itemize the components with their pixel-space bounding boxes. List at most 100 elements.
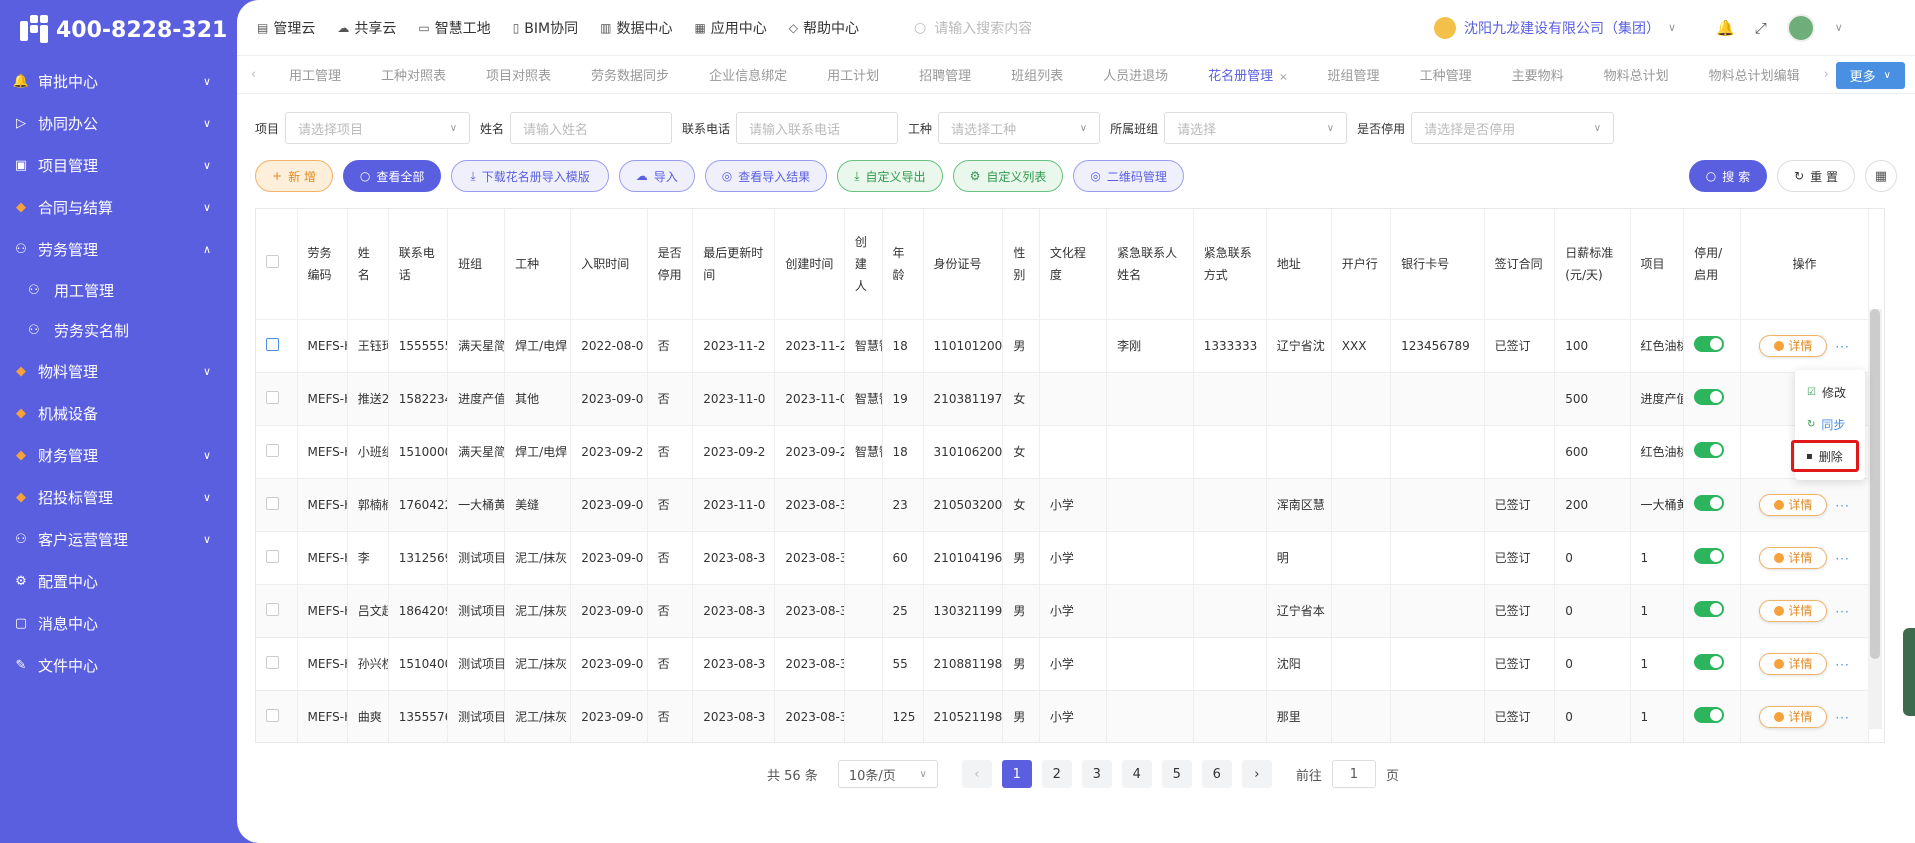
table-row[interactable]: MEFS-HMCG-2郭楠楠1760422一大桶黄美缝2023-09-0否202… [256, 478, 1869, 532]
sidebar-item-items27[interactable]: ✎ 文件中心 [0, 644, 237, 686]
table-row[interactable]: MEFS-HMCG-2孙兴权1510400测试项目泥工/抹灰2023-09-0否… [256, 637, 1869, 691]
tab-5[interactable]: 用工计划 [807, 65, 899, 84]
tab-3[interactable]: 劳务数据同步 [571, 65, 689, 84]
more-dots-icon[interactable]: ··· [1835, 658, 1849, 672]
select-all-cell[interactable] [256, 209, 298, 320]
fullscreen-icon[interactable]: ⤢ [1755, 19, 1767, 37]
page-button[interactable]: 3 [1081, 760, 1112, 788]
enable-toggle[interactable] [1694, 601, 1725, 617]
top-nav-item-4[interactable]: ▥ 数据中心 [600, 18, 672, 38]
sidebar-item-items3[interactable]: ◆ 合同与结算 ∨ [0, 186, 237, 228]
row-checkbox[interactable] [266, 549, 279, 563]
tab-6[interactable]: 招聘管理 [899, 65, 991, 84]
tab-0[interactable]: 用工管理 [269, 65, 361, 84]
enable-toggle[interactable] [1694, 707, 1725, 723]
enable-toggle[interactable] [1694, 548, 1725, 564]
detail-button[interactable]: 详情 [1759, 493, 1828, 516]
sidebar-item-items2[interactable]: ▣ 项目管理 ∨ [0, 144, 237, 186]
sidebar-item-items24[interactable]: ⚇ 客户运营管理 ∨ [0, 518, 237, 560]
table-row[interactable]: MEFS-HMCG-2推送21582234进度产值其他2023-09-0否202… [256, 372, 1869, 426]
top-nav-item-0[interactable]: ▤ 管理云 [257, 18, 315, 38]
sync-menu-item[interactable]: ↻ 同步 [1795, 408, 1865, 440]
avatar[interactable] [1786, 13, 1815, 42]
select-all-checkbox[interactable] [266, 254, 279, 268]
side-widget[interactable] [1903, 628, 1915, 716]
filter-field-0[interactable]: 请选择项目 ∨ [285, 112, 471, 144]
tab-10[interactable]: 班组管理 [1308, 65, 1400, 84]
more-dots-icon[interactable]: ··· [1835, 340, 1849, 354]
import-button[interactable]: ☁ 导入 [618, 160, 695, 192]
enable-toggle[interactable] [1694, 495, 1725, 511]
global-search[interactable]: ○ 请输入搜索内容 [914, 18, 1434, 38]
tab-4[interactable]: 企业信息绑定 [689, 65, 807, 84]
view-import-result-button[interactable]: ◎ 查看导入结果 [704, 160, 828, 192]
table-row[interactable]: MEFS-HMCG-2王钰珂1555555满天星简焊工/电焊2022-08-0否… [256, 319, 1869, 373]
tab-8[interactable]: 人员进退场 [1083, 65, 1188, 84]
row-select-cell[interactable] [256, 584, 298, 638]
vertical-scrollbar[interactable] [1870, 309, 1880, 659]
row-select-cell[interactable] [256, 372, 298, 426]
grid-toggle-icon[interactable]: ▦ [1865, 160, 1897, 192]
detail-button[interactable]: 详情 [1759, 652, 1828, 675]
edit-menu-item[interactable]: ☑ 修改 [1795, 376, 1865, 408]
top-nav-item-1[interactable]: ☁ 共享云 [337, 18, 396, 38]
tab-scroll-left-icon[interactable]: ‹ [251, 67, 269, 82]
table-row[interactable]: MEFS-HMCG-2曲爽1355576测试项目泥工/抹灰2023-09-0否2… [256, 690, 1869, 742]
row-select-cell[interactable] [256, 637, 298, 691]
tab-13[interactable]: 物料总计划 [1584, 65, 1689, 84]
filter-field-3[interactable]: 请选择工种 ∨ [938, 112, 1101, 144]
row-checkbox[interactable] [266, 443, 279, 457]
sidebar-item-items23[interactable]: ◆ 招投标管理 ∨ [0, 476, 237, 518]
enable-toggle[interactable] [1694, 442, 1725, 458]
notification-bell-icon[interactable]: 🔔 [1716, 19, 1735, 37]
tab-9[interactable]: 花名册管理 × [1188, 65, 1307, 84]
top-nav-item-2[interactable]: ▭ 智慧工地 [418, 18, 490, 38]
tab-11[interactable]: 工种管理 [1400, 65, 1492, 84]
table-row[interactable]: MEFS-HMCG-2李1312569测试项目泥工/抹灰2023-09-0否20… [256, 531, 1869, 585]
search-button[interactable]: ○ 搜 索 [1688, 160, 1768, 192]
close-icon[interactable]: × [1279, 72, 1287, 83]
row-checkbox[interactable] [266, 602, 279, 616]
sidebar-item-items25[interactable]: ⚙ 配置中心 [0, 560, 237, 602]
more-button[interactable]: 更多 ∨ [1835, 62, 1905, 89]
row-checkbox[interactable] [266, 337, 279, 351]
row-checkbox[interactable] [266, 496, 279, 510]
delete-menu-item[interactable]: ▪ 删除 [1791, 440, 1859, 472]
detail-button[interactable]: 详情 [1759, 334, 1828, 357]
sidebar-item-items20[interactable]: ◆ 物料管理 ∨ [0, 350, 237, 392]
sidebar-item-items21[interactable]: ◆ 机械设备 [0, 392, 237, 434]
custom-export-button[interactable]: ⤓ 自定义导出 [837, 160, 943, 192]
row-select-cell[interactable] [256, 531, 298, 585]
sidebar-item-items1[interactable]: ▷ 协同办公 ∨ [0, 102, 237, 144]
search-input[interactable]: 请输入搜索内容 [934, 18, 1032, 38]
more-dots-icon[interactable]: ··· [1835, 605, 1849, 619]
table-row[interactable]: MEFS-HMCG-2吕文超1864209测试项目泥工/抹灰2023-09-0否… [256, 584, 1869, 638]
more-dots-icon[interactable]: ··· [1835, 552, 1849, 566]
tab-2[interactable]: 项目对照表 [466, 65, 571, 84]
page-button[interactable]: 2 [1041, 760, 1072, 788]
enable-toggle[interactable] [1694, 389, 1725, 405]
add-button[interactable]: + 新 增 [255, 160, 333, 192]
next-page-button[interactable]: › [1241, 760, 1272, 788]
top-nav-item-3[interactable]: ▯ BIM协同 [513, 18, 578, 38]
tab-14[interactable]: 物料总计划编辑 [1689, 65, 1820, 84]
page-button[interactable]: 4 [1121, 760, 1152, 788]
sidebar-subitem-1[interactable]: ⚇ 劳务实名制 [0, 310, 237, 350]
reset-button[interactable]: ↻ 重 置 [1777, 160, 1855, 192]
prev-page-button[interactable]: ‹ [961, 760, 992, 788]
row-checkbox[interactable] [266, 708, 279, 722]
filter-field-5[interactable]: 请选择是否停用 ∨ [1411, 112, 1615, 144]
row-select-cell[interactable] [256, 319, 298, 373]
enable-toggle[interactable] [1694, 336, 1725, 352]
page-button[interactable]: 5 [1161, 760, 1192, 788]
top-nav-item-6[interactable]: ◇ 帮助中心 [789, 18, 859, 38]
page-size-select[interactable]: 10条/页 ∨ [837, 760, 938, 788]
detail-button[interactable]: 详情 [1759, 546, 1828, 569]
custom-columns-button[interactable]: ⚙ 自定义列表 [952, 160, 1064, 192]
tab-1[interactable]: 工种对照表 [361, 65, 466, 84]
sidebar-subitem-0[interactable]: ⚇ 用工管理 [0, 270, 237, 310]
row-checkbox[interactable] [266, 390, 279, 404]
view-all-button[interactable]: ○ 查看全部 [342, 160, 442, 192]
logo[interactable]: 400-8228-321 [0, 0, 237, 60]
goto-page-input[interactable]: 1 [1331, 760, 1376, 788]
